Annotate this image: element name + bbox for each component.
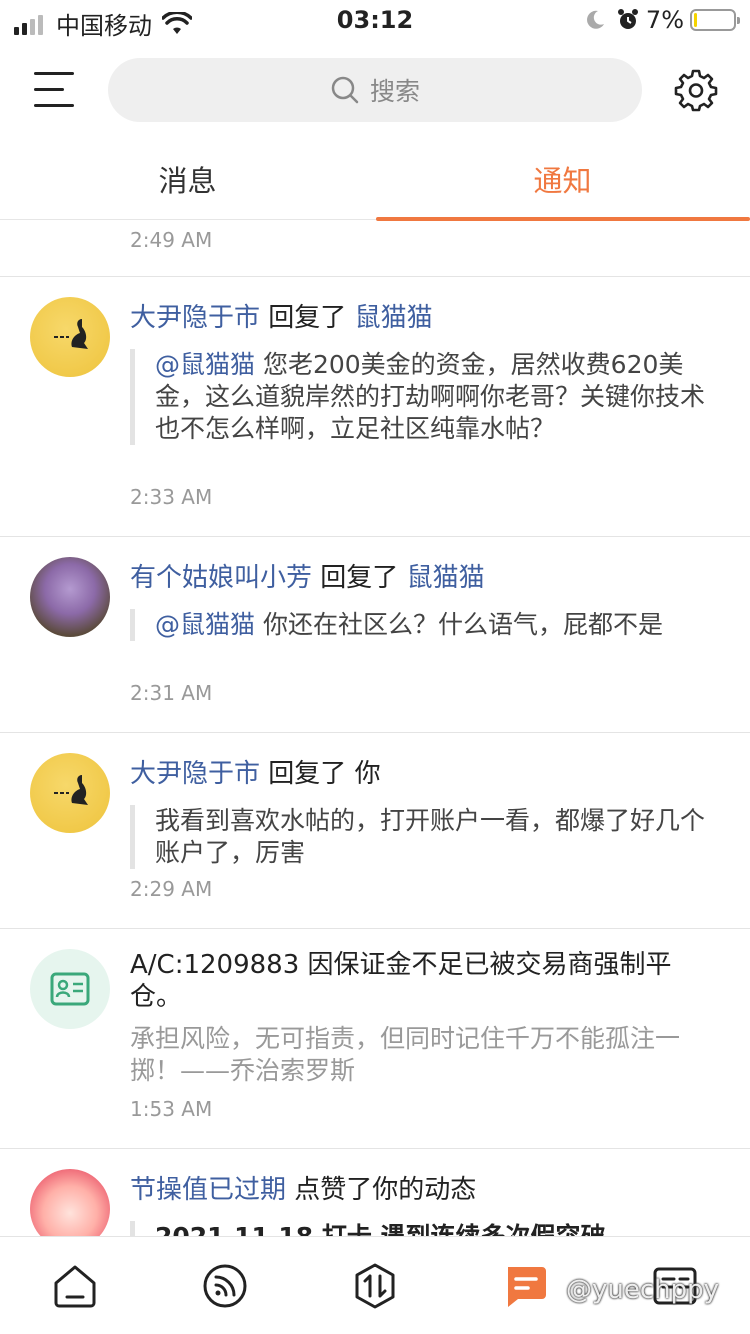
menu-icon[interactable]	[34, 72, 74, 108]
avatar[interactable]	[30, 557, 110, 637]
id-card-icon	[50, 972, 90, 1006]
reply-quote[interactable]: @鼠猫猫 你还在社区么？什么语气，屁都不是	[130, 609, 710, 641]
notification-headline: 节操值已过期 点赞了你的动态	[130, 1169, 476, 1206]
avatar[interactable]	[30, 753, 110, 833]
action-text: 回复了	[268, 303, 347, 333]
battery-percent: 7%	[645, 6, 684, 34]
battery-level	[694, 13, 697, 27]
avatar	[30, 949, 110, 1029]
mention[interactable]: @鼠猫猫	[155, 350, 255, 379]
username[interactable]: 大尹隐于市	[130, 759, 260, 789]
tab-bar: 消息 通知	[0, 136, 750, 221]
watermark: @yuechppy	[566, 1275, 720, 1305]
reply-quote[interactable]: 2021.11.18 打卡 遇到连续多次假突破	[130, 1221, 710, 1236]
tab-notifications[interactable]: 通知	[375, 158, 750, 200]
avatar[interactable]	[30, 1169, 110, 1236]
timestamp: 2:31 AM	[130, 681, 213, 705]
list-item[interactable]: 有个姑娘叫小芳 回复了 鼠猫猫 @鼠猫猫 你还在社区么？什么语气，屁都不是 2:…	[0, 537, 750, 732]
status-bar: 中国移动 03:12 7%	[0, 0, 750, 42]
list-item[interactable]: 大尹隐于市 回复了 鼠猫猫 @鼠猫猫 您老200美金的资金，居然收费620美金，…	[0, 277, 750, 536]
notification-list[interactable]: 2:49 AM 大尹隐于市 回复了 鼠猫猫 @鼠猫猫 您老200美金的资金，居然…	[0, 220, 750, 1236]
username[interactable]: 有个姑娘叫小芳	[130, 563, 312, 593]
mention[interactable]: @鼠猫猫	[155, 610, 255, 639]
system-notice-title: A/C:1209883 因保证金不足已被交易商强制平仓。	[130, 950, 672, 1012]
bird-icon	[54, 775, 88, 805]
avatar[interactable]	[30, 297, 110, 377]
feed-icon[interactable]	[202, 1263, 248, 1309]
notification-headline: 大尹隐于市 回复了 鼠猫猫	[130, 297, 433, 334]
gear-icon[interactable]	[674, 68, 718, 112]
reply-quote[interactable]: @鼠猫猫 您老200美金的资金，居然收费620美金，这么道貌岸然的打劫啊啊你老哥…	[130, 349, 710, 445]
search-icon	[331, 76, 359, 104]
timestamp: 2:33 AM	[130, 485, 213, 509]
system-notice-body: 承担风险，无可指责，但同时记住千万不能孤注一掷！——乔治索罗斯	[130, 1024, 681, 1085]
list-item[interactable]: A/C:1209883 因保证金不足已被交易商强制平仓。 承担风险，无可指责，但…	[0, 929, 750, 1148]
moon-icon	[586, 10, 604, 29]
trade-icon[interactable]	[352, 1263, 398, 1309]
list-item[interactable]: 大尹隐于市 回复了 你 我看到喜欢水帖的，打开账户一看，都爆了好几个账户了，厉害…	[0, 733, 750, 928]
post-text: 2021.11.18 打卡 遇到连续多次假突破	[155, 1222, 606, 1236]
bird-icon	[54, 319, 88, 349]
notification-headline: 大尹隐于市 回复了 你	[130, 753, 381, 790]
search-placeholder: 搜索	[369, 77, 420, 106]
alarm-icon	[617, 9, 638, 29]
top-bar: 搜索	[0, 58, 750, 122]
target-username: 你	[354, 759, 381, 789]
action-text: 回复了	[268, 759, 347, 789]
username[interactable]: 大尹隐于市	[130, 303, 260, 333]
list-item[interactable]: 节操值已过期 点赞了你的动态 2021.11.18 打卡 遇到连续多次假突破	[0, 1149, 750, 1236]
timestamp: 2:49 AM	[130, 228, 213, 252]
battery-icon	[690, 9, 740, 31]
reply-text: 你还在社区么？什么语气，屁都不是	[255, 610, 663, 639]
timestamp: 1:53 AM	[130, 1097, 213, 1121]
notification-headline: 有个姑娘叫小芳 回复了 鼠猫猫	[130, 557, 485, 594]
target-username[interactable]: 鼠猫猫	[355, 303, 433, 333]
target-username[interactable]: 鼠猫猫	[407, 563, 485, 593]
username[interactable]: 节操值已过期	[130, 1175, 286, 1205]
action-text: 点赞了你的动态	[294, 1175, 477, 1205]
tab-messages[interactable]: 消息	[0, 158, 375, 200]
search-input[interactable]: 搜索	[108, 58, 642, 122]
message-icon[interactable]	[502, 1263, 548, 1309]
timestamp: 2:29 AM	[130, 877, 213, 901]
action-text: 回复了	[320, 563, 399, 593]
bottom-nav: @yuechppy	[0, 1236, 750, 1334]
home-icon[interactable]	[52, 1263, 98, 1309]
reply-quote[interactable]: 我看到喜欢水帖的，打开账户一看，都爆了好几个账户了，厉害	[130, 805, 710, 869]
